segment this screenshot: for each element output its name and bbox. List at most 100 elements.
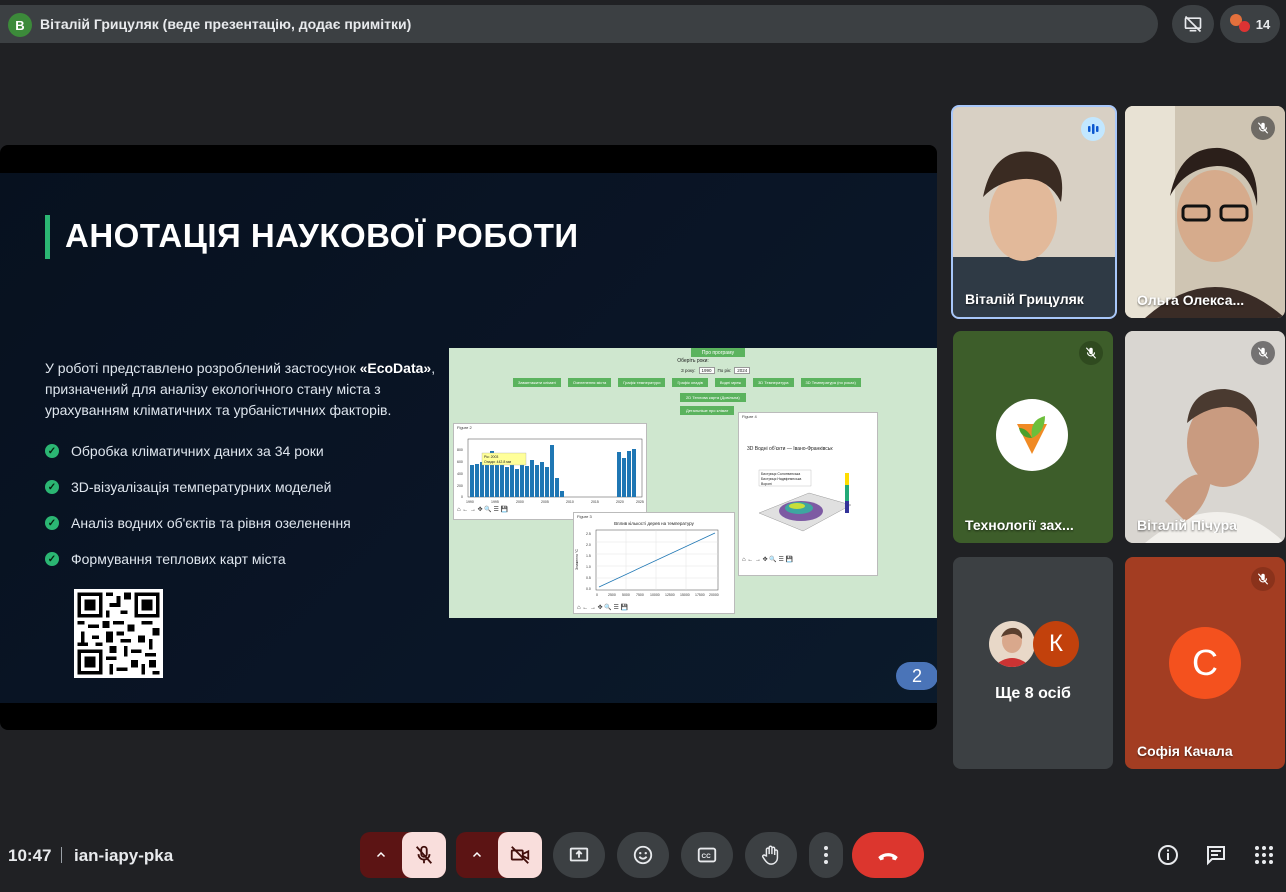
screen-share-off-icon: [1184, 15, 1202, 33]
svg-text:2.0: 2.0: [586, 543, 591, 547]
bullet-item: ✓ 3D-візуалізація температурних моделей: [45, 479, 331, 495]
svg-text:2020: 2020: [616, 500, 624, 504]
participant-name: Софія Качала: [1137, 743, 1233, 759]
info-button: Детальніше про клімат: [680, 406, 735, 415]
participant-tile[interactable]: С Софія Качала: [1125, 557, 1285, 769]
check-icon: ✓: [45, 516, 59, 530]
svg-text:0.0: 0.0: [586, 587, 591, 591]
participant-tile[interactable]: Віталій Пічура: [1125, 331, 1285, 543]
participant-tile[interactable]: Віталій Грицуляк: [951, 105, 1117, 319]
present-icon: [569, 847, 589, 862]
meeting-info-button[interactable]: [1155, 842, 1181, 868]
bullet-item: ✓ Обробка кліматичних даних за 34 роки: [45, 443, 324, 459]
camera-control[interactable]: [456, 832, 542, 878]
svg-text:200: 200: [457, 484, 463, 488]
slide: АНОТАЦІЯ НАУКОВОЇ РОБОТИ У роботі предст…: [0, 173, 937, 703]
participant-tile[interactable]: Технології зах...: [953, 331, 1113, 543]
bullet-item: ✓ Формування теплових карт міста: [45, 551, 286, 567]
page-number-badge: 2: [896, 662, 937, 690]
mic-control[interactable]: [360, 832, 446, 878]
svg-text:800: 800: [457, 448, 463, 452]
svg-text:⌂ ← → ✥ 🔍 ☰ 💾: ⌂ ← → ✥ 🔍 ☰ 💾: [577, 603, 629, 611]
activities-icon: [1255, 846, 1273, 864]
svg-text:1.5: 1.5: [586, 554, 591, 558]
divider: [61, 847, 62, 863]
svg-text:Зниження °C: Зниження °C: [575, 549, 579, 570]
participant-name: Ольга Олекса...: [1137, 292, 1245, 308]
figure-bar-window: Figure 2 Рік: 2003 Опади: 442.8 мм 1990 …: [453, 423, 647, 520]
svg-text:1995: 1995: [491, 500, 499, 504]
svg-text:Бистриця Солотвинська: Бистриця Солотвинська: [761, 472, 800, 476]
clock: 10:47: [8, 846, 52, 865]
chat-button[interactable]: [1203, 842, 1229, 868]
svg-text:0.5: 0.5: [586, 576, 591, 580]
camera-off-button[interactable]: [498, 832, 542, 878]
chevron-up-icon[interactable]: [370, 844, 392, 866]
end-call-button[interactable]: [852, 832, 924, 878]
screen-share-off-button[interactable]: [1172, 5, 1214, 43]
svg-text:1.0: 1.0: [586, 565, 591, 569]
emoji-button[interactable]: [617, 832, 669, 878]
svg-text:600: 600: [457, 460, 463, 464]
presenter-label: Віталій Грицуляк (веде презентацію, дода…: [40, 16, 412, 32]
svg-text:⌂ ← → ✥ 🔍 ☰ 💾: ⌂ ← → ✥ 🔍 ☰ 💾: [457, 505, 509, 513]
present-button[interactable]: [553, 832, 605, 878]
participants-button[interactable]: 14: [1220, 5, 1280, 43]
heatmap-button: 2D Теплова карта (Довільна): [680, 393, 746, 402]
svg-text:Опади: 442.8 мм: Опади: 442.8 мм: [484, 460, 512, 464]
svg-text:17500: 17500: [695, 593, 705, 597]
participant-name: Віталій Грицуляк: [965, 291, 1084, 307]
slide-title: АНОТАЦІЯ НАУКОВОЇ РОБОТИ: [65, 217, 579, 254]
end-call-icon: [878, 853, 898, 861]
svg-text:CC: CC: [702, 853, 712, 860]
app-nav-buttons: Завантажити кліматі Озеленення міста Гра…: [513, 378, 861, 387]
avatar: [989, 621, 1035, 667]
participant-name: Технології зах...: [965, 517, 1074, 533]
svg-text:5000: 5000: [622, 593, 630, 597]
svg-text:2500: 2500: [608, 593, 616, 597]
raise-hand-button[interactable]: [745, 832, 797, 878]
svg-text:2025: 2025: [636, 500, 644, 504]
check-icon: ✓: [45, 444, 59, 458]
mic-off-button[interactable]: [402, 832, 446, 878]
svg-text:7500: 7500: [636, 593, 644, 597]
svg-text:2015: 2015: [591, 500, 599, 504]
presenter-banner: В Віталій Грицуляк (веде презентацію, до…: [0, 5, 1158, 43]
info-icon: [1158, 845, 1178, 865]
more-participants-tile[interactable]: К Ще 8 осіб: [953, 557, 1113, 769]
slide-intro: У роботі представлено розроблений застос…: [45, 358, 445, 421]
avatar: К: [1033, 621, 1079, 667]
svg-text:Бистриця Надвірнянська: Бистриця Надвірнянська: [761, 477, 801, 481]
year-range: З року: 1990 По рік: 2024: [681, 367, 751, 374]
more-options-button[interactable]: [809, 832, 843, 878]
mic-off-icon: [1251, 341, 1275, 365]
check-icon: ✓: [45, 480, 59, 494]
more-options-icon: [824, 846, 828, 864]
app-screenshot: Про програму Оберіть роки: З року: 1990 …: [449, 348, 937, 618]
camera-off-icon: [510, 846, 530, 864]
participant-name: Віталій Пічура: [1137, 517, 1237, 533]
avatar: С: [1169, 627, 1241, 699]
svg-text:12500: 12500: [665, 593, 675, 597]
captions-icon: CC: [697, 847, 717, 863]
svg-text:Рік: 2003: Рік: 2003: [484, 455, 498, 459]
more-participants-label: Ще 8 осіб: [995, 685, 1071, 702]
participant-tile[interactable]: Ольга Олекса...: [1125, 106, 1285, 318]
mic-off-icon: [415, 845, 433, 864]
svg-text:Вороні: Вороні: [761, 482, 772, 486]
svg-text:0: 0: [461, 495, 463, 499]
chevron-up-icon[interactable]: [466, 844, 488, 866]
svg-text:10000: 10000: [650, 593, 660, 597]
svg-text:⌂ ← → ✥ 🔍 ☰ 💾: ⌂ ← → ✥ 🔍 ☰ 💾: [742, 555, 794, 563]
about-button: Про програму: [691, 348, 745, 357]
check-icon: ✓: [45, 552, 59, 566]
figure-surface-window: Figure 4 3D Водні об'єкти — Івано-Франкі…: [738, 412, 878, 576]
intro-app-name: «EcoData»: [359, 360, 432, 376]
svg-text:2010: 2010: [566, 500, 574, 504]
org-logo: [996, 399, 1068, 471]
participants-icon: [1229, 14, 1250, 34]
captions-button[interactable]: CC: [681, 832, 733, 878]
svg-text:1990: 1990: [466, 500, 474, 504]
activities-button[interactable]: [1251, 842, 1277, 868]
svg-text:400: 400: [457, 472, 463, 476]
